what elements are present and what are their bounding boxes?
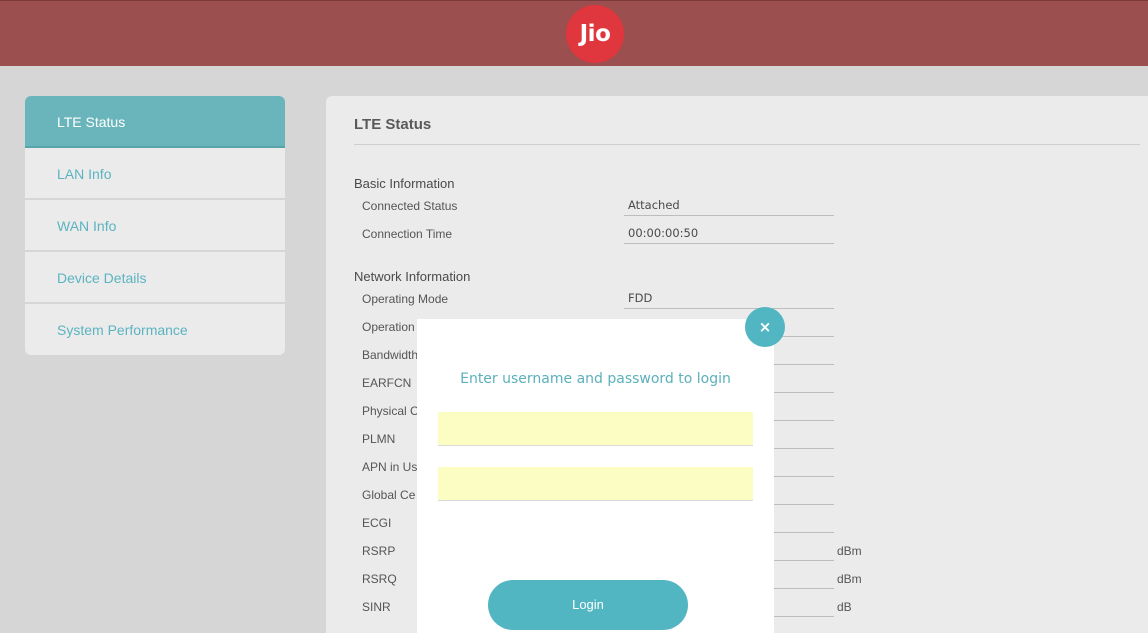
section-basic-information: Basic Information <box>354 176 455 191</box>
title-divider <box>354 144 1140 145</box>
login-button[interactable]: Login <box>488 580 688 630</box>
label-plmn: PLMN <box>362 432 396 446</box>
sidebar-item-system-performance[interactable]: System Performance <box>25 304 285 354</box>
username-input[interactable] <box>438 412 753 446</box>
close-icon[interactable]: × <box>745 307 785 347</box>
sidebar-item-lte-status[interactable]: LTE Status <box>25 96 285 148</box>
label-connected-status: Connected Status <box>362 199 458 213</box>
value-connection-time: 00:00:00:50 <box>624 226 834 244</box>
label-rsrq: RSRQ <box>362 572 397 586</box>
label-sinr: SINR <box>362 600 391 614</box>
label-ecgi: ECGI <box>362 516 392 530</box>
top-header: Jio <box>0 0 1148 66</box>
login-dialog-title: Enter username and password to login <box>460 371 731 387</box>
label-physical-cell: Physical C <box>362 404 419 418</box>
password-input[interactable] <box>438 467 753 501</box>
value-operating-mode: FDD <box>624 291 834 309</box>
label-earfcn: EARFCN <box>362 376 412 390</box>
unit-rsrp: dBm <box>837 544 862 558</box>
sidebar-item-wan-info[interactable]: WAN Info <box>25 200 285 252</box>
unit-sinr: dB <box>837 600 852 614</box>
page-title: LTE Status <box>354 116 432 133</box>
sidebar-item-lan-info[interactable]: LAN Info <box>25 148 285 200</box>
jio-logo: Jio <box>566 5 624 63</box>
sidebar-nav: LTE Status LAN Info WAN Info Device Deta… <box>25 96 285 355</box>
label-apn: APN in Us <box>362 460 418 474</box>
value-connected-status: Attached <box>624 198 834 216</box>
unit-rsrq: dBm <box>837 572 862 586</box>
label-global-cell: Global Ce <box>362 488 416 502</box>
label-bandwidth: Bandwidth <box>362 348 419 362</box>
sidebar-item-device-details[interactable]: Device Details <box>25 252 285 304</box>
login-dialog: Enter username and password to login Log… <box>417 319 774 633</box>
label-connection-time: Connection Time <box>362 227 453 241</box>
label-rsrp: RSRP <box>362 544 396 558</box>
label-operating-mode: Operating Mode <box>362 292 449 306</box>
section-network-information: Network Information <box>354 269 471 284</box>
